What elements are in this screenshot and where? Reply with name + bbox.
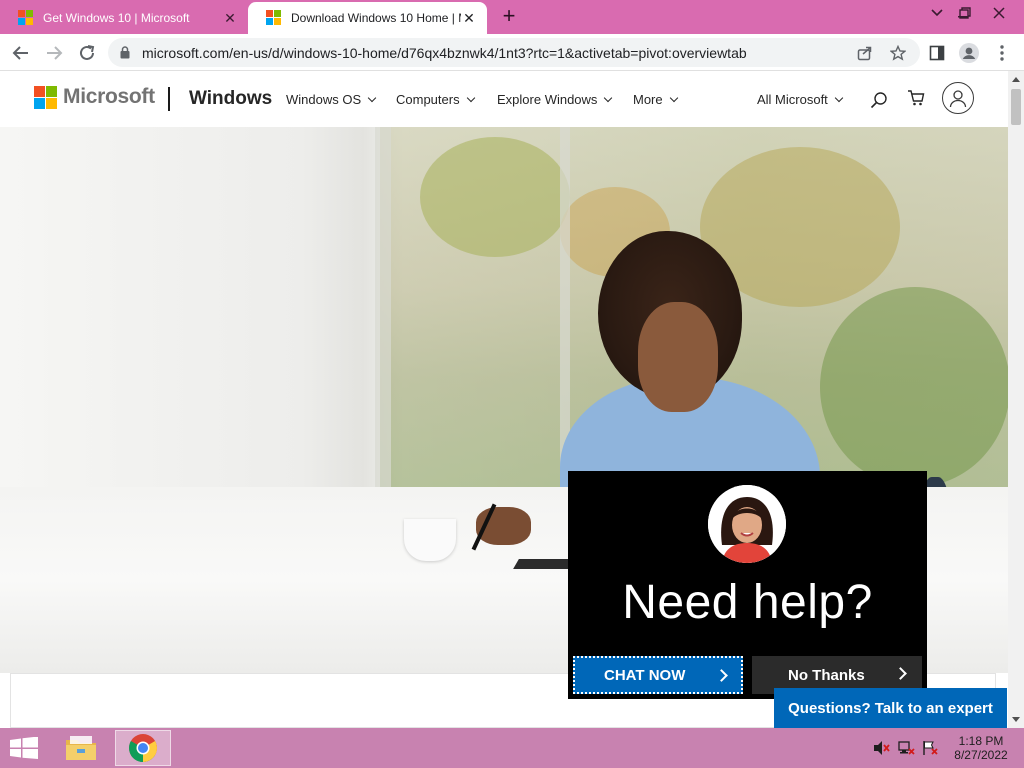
window-close-icon[interactable] xyxy=(984,0,1014,26)
need-help-title: Need help? xyxy=(622,576,873,629)
browser-toolbar: microsoft.com/en-us/d/windows-10-home/d7… xyxy=(0,34,1024,71)
flag-icon[interactable] xyxy=(922,740,940,756)
clock-date: 8/27/2022 xyxy=(954,748,1008,762)
hero-cup xyxy=(404,519,456,561)
nav-label: All Microsoft xyxy=(757,92,828,107)
url-text[interactable]: microsoft.com/en-us/d/windows-10-home/d7… xyxy=(142,45,747,61)
chevron-down-icon xyxy=(466,93,475,103)
speaker-muted-icon[interactable] xyxy=(873,740,891,756)
tab-strip: Get Windows 10 | Microsoft ✕ Download Wi… xyxy=(0,0,1024,34)
microsoft-logo[interactable]: Microsoft xyxy=(34,85,155,109)
windows-logo-icon xyxy=(18,10,34,26)
chevron-down-icon xyxy=(834,93,844,103)
tab-get-windows-10[interactable]: Get Windows 10 | Microsoft ✕ xyxy=(0,2,248,34)
restore-window-icon[interactable] xyxy=(950,0,980,26)
chevron-down-icon xyxy=(367,93,377,103)
nav-label: Windows OS xyxy=(286,92,362,107)
clock-time: 1:18 PM xyxy=(958,734,1004,748)
windows-taskbar: 1:18 PM 8/27/2022 xyxy=(0,728,1024,768)
hero-foliage xyxy=(420,137,570,257)
no-thanks-label: No Thanks xyxy=(788,666,865,684)
new-tab-icon[interactable]: + xyxy=(498,5,520,28)
talk-to-expert-button[interactable]: Questions? Talk to an expert xyxy=(774,688,1007,728)
address-bar[interactable]: microsoft.com/en-us/d/windows-10-home/d7… xyxy=(108,38,920,67)
bookmark-star-icon[interactable] xyxy=(889,44,907,62)
lock-icon[interactable] xyxy=(120,46,130,64)
nav-windows-os[interactable]: Windows OS xyxy=(286,92,377,107)
nav-all-microsoft[interactable]: All Microsoft xyxy=(757,92,844,107)
web-page: Microsoft Windows Windows OS Computers E… xyxy=(0,71,1008,728)
close-icon[interactable]: ✕ xyxy=(461,10,477,26)
microsoft-wordmark: Microsoft xyxy=(63,85,155,108)
system-clock[interactable]: 1:18 PM 8/27/2022 xyxy=(946,734,1016,762)
nav-label: Computers xyxy=(396,92,460,107)
windows-brand-link[interactable]: Windows xyxy=(189,88,272,110)
page-scrollbar[interactable] xyxy=(1008,71,1024,728)
menu-icon[interactable] xyxy=(991,42,1013,64)
need-help-popup: Need help? CHAT NOW No Thanks xyxy=(568,471,927,699)
microsoft-logo-icon xyxy=(34,85,57,109)
start-icon[interactable] xyxy=(9,736,39,764)
nav-computers[interactable]: Computers xyxy=(396,92,475,107)
profile-icon[interactable] xyxy=(958,42,980,64)
account-icon[interactable] xyxy=(942,82,974,114)
tab-download-windows-10[interactable]: Download Windows 10 Home | Microsoft ✕ xyxy=(248,2,487,34)
nav-label: Explore Windows xyxy=(497,92,598,107)
cart-icon[interactable] xyxy=(905,87,927,109)
close-icon[interactable]: ✕ xyxy=(222,10,238,26)
chevron-right-icon xyxy=(894,667,907,680)
chrome-icon[interactable] xyxy=(115,730,171,766)
site-header: Microsoft Windows Windows OS Computers E… xyxy=(0,71,1008,127)
nav-more[interactable]: More xyxy=(633,92,678,107)
agent-avatar xyxy=(708,485,786,563)
file-explorer-icon[interactable] xyxy=(58,730,104,766)
chevron-down-icon xyxy=(669,93,678,103)
hero-person-face xyxy=(638,302,718,412)
chat-now-button[interactable]: CHAT NOW xyxy=(573,656,743,694)
share-icon[interactable] xyxy=(856,44,874,62)
scroll-up-icon[interactable] xyxy=(1012,77,1020,82)
scrollbar-thumb[interactable] xyxy=(1011,89,1021,125)
back-icon[interactable] xyxy=(9,41,33,65)
network-icon[interactable] xyxy=(898,740,916,756)
chat-now-label: CHAT NOW xyxy=(604,666,686,684)
tab-title: Download Windows 10 Home | Microsoft xyxy=(291,11,461,25)
nav-explore-windows[interactable]: Explore Windows xyxy=(497,92,613,107)
chevron-down-icon xyxy=(604,93,613,103)
scroll-down-icon[interactable] xyxy=(1012,717,1020,722)
nav-label: More xyxy=(633,92,663,107)
side-panel-icon[interactable] xyxy=(926,42,948,64)
windows-logo-icon xyxy=(266,10,282,26)
search-icon[interactable] xyxy=(868,89,890,111)
header-divider xyxy=(168,87,170,111)
reload-icon[interactable] xyxy=(75,41,99,65)
forward-icon[interactable] xyxy=(42,41,66,65)
tab-title: Get Windows 10 | Microsoft xyxy=(43,11,190,25)
hero-foliage xyxy=(820,287,1008,487)
chevron-right-icon xyxy=(715,669,728,682)
